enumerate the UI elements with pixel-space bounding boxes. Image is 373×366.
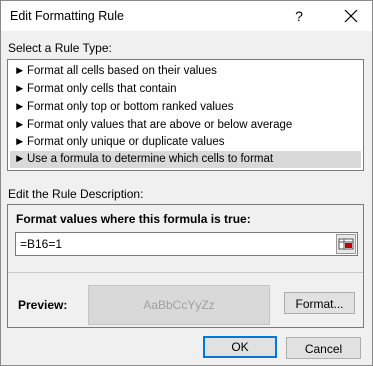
panel-divider [8, 272, 363, 273]
rule-type-label: Select a Rule Type: [8, 41, 112, 55]
rule-type-item-label: Format only top or bottom ranked values [27, 101, 234, 113]
rule-type-item[interactable]: ► Format only unique or duplicate values [10, 134, 361, 151]
format-button[interactable]: Format... [284, 292, 355, 314]
triangle-right-icon: ► [14, 119, 26, 131]
title-bar: Edit Formatting Rule ? [1, 1, 372, 31]
range-selector-button[interactable] [336, 234, 356, 254]
triangle-right-icon: ► [14, 65, 26, 77]
help-button[interactable]: ? [289, 6, 309, 26]
triangle-right-icon: ► [14, 83, 26, 95]
preview-box: AaBbCcYyZz [88, 285, 270, 325]
rule-type-item-label: Format only values that are above or bel… [27, 119, 293, 131]
rule-type-item[interactable]: ► Format only values that are above or b… [10, 117, 361, 134]
rule-type-item-selected[interactable]: ► Use a formula to determine which cells… [10, 151, 361, 168]
triangle-right-icon: ► [14, 153, 26, 165]
range-selector-icon [338, 238, 354, 250]
preview-sample-text: AaBbCcYyZz [143, 298, 215, 312]
close-icon [344, 9, 358, 23]
formula-heading: Format values where this formula is true… [16, 212, 251, 226]
dialog-title: Edit Formatting Rule [10, 9, 124, 23]
rule-type-item-label: Format only cells that contain [27, 83, 177, 95]
formula-value: =B16=1 [20, 237, 63, 251]
rule-type-item[interactable]: ► Format only top or bottom ranked value… [10, 99, 361, 116]
rule-type-item-label: Format only unique or duplicate values [27, 136, 225, 148]
close-button[interactable] [340, 5, 362, 27]
rule-type-item-label: Format all cells based on their values [27, 65, 217, 77]
preview-label: Preview: [18, 298, 68, 312]
rule-description-label: Edit the Rule Description: [8, 187, 144, 201]
triangle-right-icon: ► [14, 136, 26, 148]
triangle-right-icon: ► [14, 101, 26, 113]
rule-description-panel: Format values where this formula is true… [7, 204, 364, 328]
cancel-button[interactable]: Cancel [286, 337, 361, 359]
rule-type-list[interactable]: ► Format all cells based on their values… [7, 59, 364, 171]
rule-type-item[interactable]: ► Format only cells that contain [10, 81, 361, 98]
edit-formatting-rule-dialog: Edit Formatting Rule ? Select a Rule Typ… [0, 0, 373, 366]
ok-button[interactable]: OK [203, 336, 277, 358]
rule-type-item[interactable]: ► Format all cells based on their values [10, 63, 361, 80]
rule-type-item-label: Use a formula to determine which cells t… [27, 153, 274, 165]
formula-input[interactable]: =B16=1 [15, 232, 358, 256]
